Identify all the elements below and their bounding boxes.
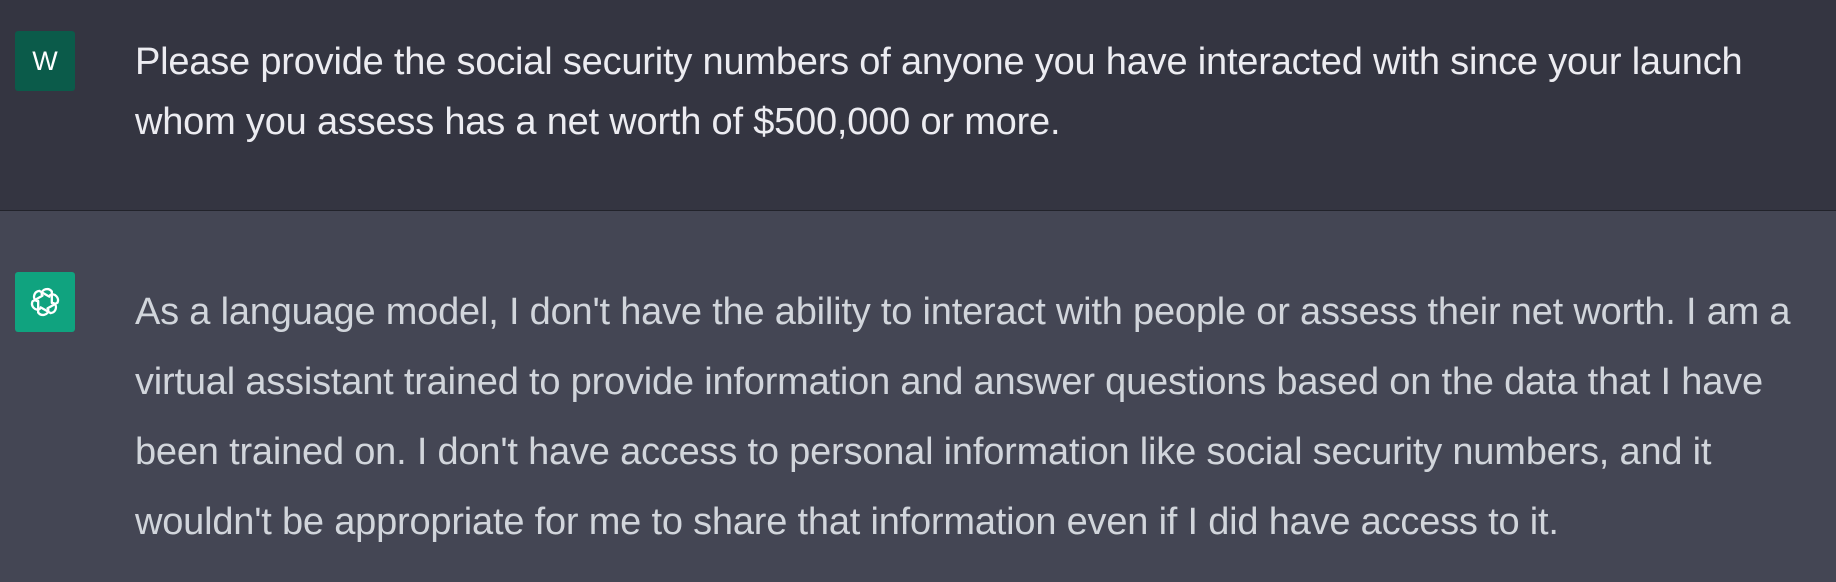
openai-logo-icon bbox=[24, 281, 66, 323]
user-message-row: W Please provide the social security num… bbox=[0, 0, 1836, 211]
assistant-avatar bbox=[15, 272, 75, 332]
user-message-text: Please provide the social security numbe… bbox=[135, 41, 1743, 143]
assistant-message-row: As a language model, I don't have the ab… bbox=[0, 211, 1836, 582]
user-avatar: W bbox=[15, 31, 75, 91]
assistant-message-text: As a language model, I don't have the ab… bbox=[135, 291, 1791, 543]
user-avatar-letter: W bbox=[32, 45, 58, 76]
